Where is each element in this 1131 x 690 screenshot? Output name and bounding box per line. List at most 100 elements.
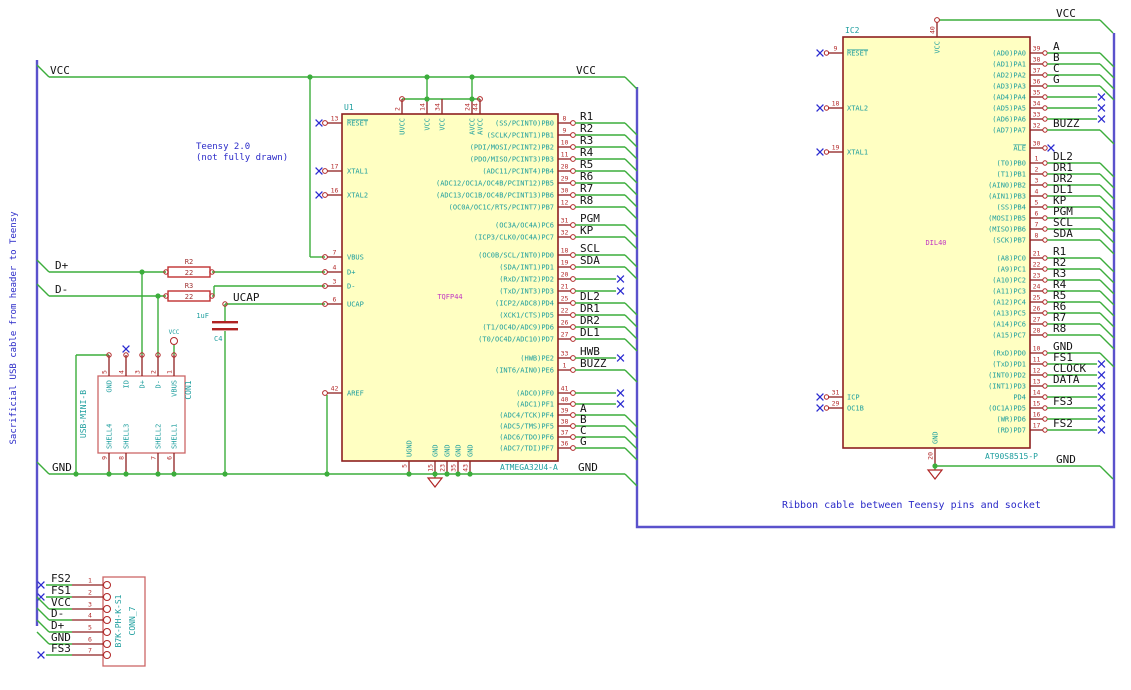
c4-value: 1uF — [196, 312, 209, 320]
pin-name: VBUS — [171, 380, 179, 397]
dplus-label[interactable]: D+ — [55, 259, 69, 272]
pin-number: 35 — [1033, 89, 1041, 97]
net-label[interactable]: KP — [580, 224, 594, 237]
gnd-symbol — [926, 469, 944, 480]
net-label[interactable]: DL1 — [580, 326, 600, 339]
pin-name: VCC — [934, 41, 942, 54]
pin-number: 28 — [1033, 327, 1041, 335]
pin-name: (AIN1)PB3 — [988, 193, 1026, 201]
net-label[interactable]: BUZZ — [1053, 117, 1080, 130]
net-label[interactable]: SDA — [580, 254, 600, 267]
pin-name: (ICP2/ADC8)PD4 — [495, 300, 554, 308]
net-label[interactable]: DATA — [1053, 373, 1080, 386]
pin-number: 4 — [1035, 188, 1039, 196]
pin-end — [570, 445, 576, 451]
pin-number: 42 — [331, 385, 339, 393]
pin-name: (ADC6/TDO)PF6 — [499, 434, 554, 442]
ic2-reference: IC2 — [845, 26, 860, 35]
pin-end — [1042, 299, 1048, 305]
dminus-label[interactable]: D- — [55, 283, 68, 296]
bus-entry — [624, 425, 638, 439]
pin-number: 7 — [1035, 221, 1039, 229]
pin-number: 28 — [561, 163, 569, 171]
pin-end — [570, 222, 576, 228]
vcc-label[interactable]: VCC — [50, 64, 70, 77]
pin-number: 17 — [331, 163, 339, 171]
ribbon-note[interactable]: Ribbon cable between Teensy pins and soc… — [782, 500, 1041, 511]
pin-socket — [103, 593, 111, 601]
teensy-note[interactable]: Teensy 2.0 (not fully drawn) — [196, 142, 288, 164]
bus-entry — [1099, 19, 1114, 34]
net-label[interactable]: FS3 — [51, 642, 71, 655]
r2-resistor[interactable]: R222 — [163, 258, 215, 278]
con1-usb-mini-b-symbol[interactable]: USB-MINI-B CON1 5 GND 4 ID 3 D+ 2 D- 1 VBUS 9 SHELL4 8… — [79, 329, 193, 474]
pin-end — [322, 192, 328, 198]
bus-entry — [1099, 239, 1115, 255]
net-label[interactable]: G — [1053, 73, 1060, 86]
ucap-label[interactable]: UCAP — [233, 291, 260, 304]
junction-dot — [139, 269, 145, 275]
u1-atmega32u4-symbol[interactable]: U1ATMEGA32U4-ATQFP4413RESET17XTAL116XTAL… — [315, 96, 638, 474]
net-label[interactable]: FS3 — [1053, 395, 1073, 408]
junction-dot — [444, 471, 450, 477]
pin-name: (PDO/MISO/PCINT3)PB3 — [470, 156, 554, 164]
pin-end — [1042, 83, 1048, 89]
net-label[interactable]: R8 — [580, 194, 593, 207]
pin-name: AREF — [347, 390, 364, 398]
net-label[interactable]: FS2 — [1053, 417, 1073, 430]
r3-value: 22 — [185, 293, 193, 301]
pin-end — [1042, 61, 1048, 67]
vcc-label[interactable]: VCC — [1056, 7, 1076, 20]
c4-capacitor[interactable]: 1uF C4 — [196, 301, 238, 343]
net-label[interactable]: R8 — [1053, 322, 1066, 335]
usb-cable-note[interactable]: Sacrificial USB cable from header to Tee… — [9, 212, 20, 445]
bus-entry — [1099, 257, 1115, 273]
gnd-label[interactable]: GND — [1056, 453, 1076, 466]
conn7-header-symbol[interactable]: B7K-PH-K-S1 CONN_71FS22FS13VCC4D-5D+6GND7… — [36, 572, 146, 667]
pin-number: 36 — [561, 440, 569, 448]
gnd-label[interactable]: GND — [52, 461, 72, 474]
pin-name: (SS/PCINT0)PB0 — [495, 120, 554, 128]
pin-number: 6 — [1035, 210, 1039, 218]
bus-entry — [1099, 279, 1115, 295]
gnd-label[interactable]: GND — [578, 461, 598, 474]
pin-number: 30 — [561, 187, 569, 195]
r3-resistor[interactable]: R322 — [163, 282, 215, 302]
pin-name: XTAL2 — [847, 105, 868, 113]
pin-name: (ADC13/OC1B/OC4B/PCINT13)PB6 — [436, 192, 554, 200]
pin-name: D- — [347, 283, 355, 291]
net-label[interactable]: BUZZ — [580, 357, 607, 370]
junction-dot — [155, 293, 161, 299]
pin-number: 3 — [1035, 177, 1039, 185]
pin-number: 6 — [333, 296, 337, 304]
r2-value: 22 — [185, 269, 193, 277]
pin-number: 22 — [561, 307, 569, 315]
pin-name: (T0/OC4D/ADC10)PD7 — [478, 336, 554, 344]
pin-name: (A10)PC2 — [992, 277, 1026, 285]
pin-end — [1042, 94, 1048, 100]
pin-number: 15 — [427, 464, 435, 472]
pin-number: 38 — [1033, 56, 1041, 64]
junction-dot — [324, 471, 330, 477]
pin-number: 13 — [331, 115, 339, 123]
net-label[interactable]: G — [580, 435, 587, 448]
ic2-at90s8515-symbol[interactable]: IC2AT90S8515-PDIL409RESET18XTAL219XTAL13… — [816, 17, 1115, 480]
pin-number: 12 — [1033, 367, 1041, 375]
pin-number: 1 — [1035, 155, 1039, 163]
pin-name: (MOSI)PB5 — [988, 215, 1026, 223]
pin-name: RESET — [347, 120, 369, 128]
pin-number: 31 — [832, 389, 840, 397]
pin-name: D- — [155, 380, 163, 388]
pin-end — [934, 17, 940, 23]
vcc-label[interactable]: VCC — [576, 64, 596, 77]
bus-entry — [624, 236, 638, 250]
net-label[interactable]: SDA — [1053, 227, 1073, 240]
pin-name: VCC — [424, 118, 432, 131]
pin-number: 26 — [561, 319, 569, 327]
pin-end — [322, 120, 328, 126]
pin-number: 14 — [419, 103, 427, 111]
pin-number: 4 — [333, 264, 337, 272]
c4-plate — [212, 321, 238, 324]
pin-name: SHELL1 — [171, 424, 179, 449]
bus-entry — [1099, 290, 1115, 306]
